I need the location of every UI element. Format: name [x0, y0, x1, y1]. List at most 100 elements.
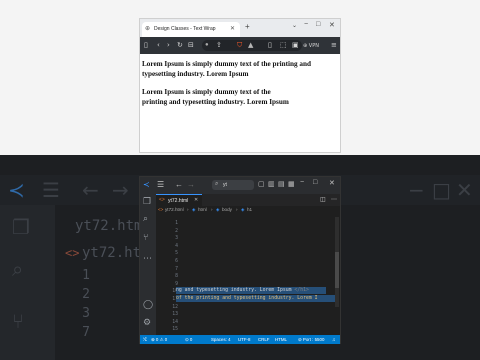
tab-close-icon[interactable]: ✕ [230, 25, 235, 32]
share-icon[interactable]: ⇪ [216, 41, 222, 49]
remote-icon[interactable]: ⤭ [143, 337, 147, 342]
new-tab-icon[interactable]: + [245, 22, 250, 31]
browser-tab[interactable]: ⊕ Design Classes - Text Wrap ✕ [142, 22, 240, 37]
line-number-gutter: 1 2 3 4 5 6 7 8 9 10 11 12 13 14 15 [158, 221, 178, 335]
bookmark-icon[interactable]: ⊟ [188, 41, 194, 50]
sidebar-icon[interactable]: ▯ [268, 41, 272, 50]
ports-status[interactable]: ⊙ 0 [185, 337, 192, 343]
maximize-icon[interactable]: □ [313, 179, 317, 186]
code-closing-tag: </h1> [294, 288, 309, 293]
more-icon[interactable]: ⋯ [143, 254, 152, 264]
line-number: 3 [175, 236, 178, 242]
heading-paragraph: Lorem Ipsum is simply dummy text of the … [142, 60, 338, 79]
split-editor-icon[interactable]: ◫ [320, 196, 326, 203]
search-icon: ⌕ [12, 257, 24, 281]
forward-arrow-icon[interactable]: → [187, 180, 195, 189]
editor-tab-label: yt72.html [168, 198, 189, 204]
encoding-status[interactable]: UTF-8 [238, 337, 250, 342]
vpn-button[interactable]: ⊕ VPN [303, 42, 319, 51]
live-server-port-label: Port : 5500 [302, 337, 325, 342]
sidebar-toggle-icon[interactable]: ▯ [144, 41, 148, 50]
wallet-icon[interactable]: ▣ [292, 41, 299, 50]
element-icon: ◈ [216, 207, 220, 212]
breadcrumb-tag[interactable]: h1 [247, 207, 252, 212]
scrollbar-thumb[interactable] [335, 252, 339, 288]
errors-status[interactable]: ⊗ 0 ⚠ 0 [151, 337, 167, 343]
chevron-right-icon: › [236, 207, 238, 212]
rewards-icon[interactable]: ▲ [248, 41, 253, 50]
browser-tab-bar: ⊕ Design Classes - Text Wrap ✕ + ⌄ − □ ✕ [140, 19, 340, 37]
chevron-down-icon[interactable]: ⌄ [292, 22, 297, 29]
editor-scrollbar[interactable] [335, 217, 339, 307]
maximize-icon: □ [432, 178, 451, 202]
globe-icon: ⊕ [145, 26, 151, 32]
line-number: 12 [172, 304, 178, 310]
html-file-icon: <> [158, 207, 164, 212]
code-line-selected[interactable]: of the printing and typesetting industry… [176, 295, 339, 302]
explorer-icon: ❐ [12, 215, 30, 239]
background-line-numbers: 1 2 3 7 [70, 266, 90, 342]
breadcrumb-html[interactable]: html [198, 207, 207, 212]
tab-close-icon[interactable]: ✕ [194, 197, 198, 203]
chevron-right-icon: › [187, 207, 189, 212]
line-number: 1 [175, 221, 178, 226]
background-html-tag-icon: <> [65, 246, 80, 260]
search-icon[interactable]: ⌕ [143, 214, 148, 224]
reload-icon[interactable]: ↻ [177, 41, 183, 50]
back-arrow-icon: ← [82, 178, 99, 202]
paragraph-line: printing and typesetting industry. Lorem… [142, 97, 289, 106]
toggle-panel-icon[interactable]: ▤ [278, 180, 285, 188]
explorer-icon[interactable]: ❐ [143, 197, 151, 207]
indentation-status[interactable]: Spaces: 4 [211, 337, 231, 342]
close-icon[interactable]: ✕ [329, 21, 335, 29]
vpn-label: VPN [308, 43, 319, 49]
vscode-window: ≺ ☰ ← → ⌕ yt ▢ ▥ ▤ ▦ − □ ✕ ❐ ⌕ ⑂ ⋯ ◯ ⚙ <… [139, 176, 341, 344]
heading-paragraph: Lorem Ipsum is simply dummy text of the … [142, 88, 338, 107]
minimize-icon[interactable]: − [300, 179, 304, 186]
settings-gear-icon[interactable]: ⚙ [143, 318, 151, 328]
close-icon[interactable]: ✕ [329, 179, 335, 187]
line-number: 8 [175, 274, 178, 280]
site-info-icon[interactable]: ● [205, 42, 209, 48]
close-icon: ✕ [456, 178, 473, 202]
activity-bar: ❐ ⌕ ⑂ ⋯ ◯ ⚙ [140, 194, 156, 335]
line-number: 15 [172, 327, 178, 333]
editor-tab[interactable]: <> yt72.html ✕ [156, 194, 202, 206]
notifications-icon[interactable]: ♫ [332, 337, 335, 342]
code-line-selected[interactable]: ng and typesetting industry. Lorem Ipsum… [176, 287, 326, 294]
minimize-icon: − [408, 178, 425, 202]
maximize-icon[interactable]: □ [316, 21, 320, 28]
forward-arrow-icon: → [112, 178, 129, 202]
back-arrow-icon[interactable]: ← [175, 180, 183, 189]
source-control-icon: ⑂ [12, 309, 24, 333]
line-number: 5 [175, 251, 178, 257]
command-search-box[interactable]: ⌕ yt [212, 180, 254, 190]
menu-icon[interactable]: ≡ [331, 41, 337, 50]
account-icon[interactable]: ◯ [143, 300, 153, 310]
source-control-icon[interactable]: ⑂ [143, 233, 148, 243]
background-line-number: 7 [82, 325, 90, 340]
menu-icon[interactable]: ☰ [157, 180, 164, 189]
background-line-number: 3 [82, 306, 90, 321]
warnings-count: 0 [164, 337, 168, 342]
chevron-right-icon: › [211, 207, 213, 212]
ports-count: 0 [189, 337, 193, 342]
breadcrumb-file[interactable]: yt72.html [165, 207, 184, 212]
element-icon: ◈ [192, 207, 196, 212]
breadcrumb-body[interactable]: body [222, 207, 232, 212]
live-server-port[interactable]: ⊘ Port : 5500 [298, 337, 324, 343]
brave-shield-icon[interactable]: ⛉ [237, 41, 242, 50]
extensions-icon[interactable]: ⬚ [280, 41, 287, 50]
vscode-logo-icon: ≺ [8, 178, 25, 202]
minimize-icon[interactable]: − [304, 21, 308, 28]
toggle-secondary-icon[interactable]: ▦ [288, 180, 295, 188]
eol-status[interactable]: CRLF [258, 337, 269, 342]
layout-icon[interactable]: ▢ [258, 180, 265, 188]
back-icon[interactable]: ‹ [157, 41, 160, 50]
toggle-sidebar-icon[interactable]: ▥ [268, 180, 275, 188]
forward-icon[interactable]: › [167, 41, 170, 50]
more-actions-icon[interactable]: ⋯ [331, 196, 337, 203]
paragraph-line: Lorem Ipsum is simply dummy text of the [142, 88, 271, 96]
language-status[interactable]: HTML [275, 337, 287, 342]
background-sidebar: ❐ ⌕ ⑂ [0, 205, 55, 360]
